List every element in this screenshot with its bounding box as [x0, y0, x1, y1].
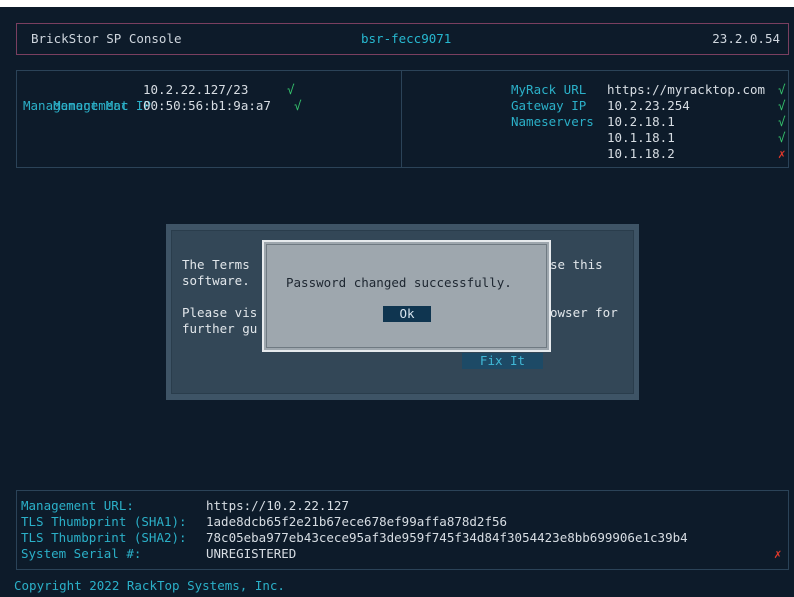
hostname: bsr-fecc9071	[361, 31, 452, 46]
system-serial-label: System Serial #:	[21, 546, 142, 561]
management-mac-label: Management Mac	[23, 98, 129, 113]
management-ip-status-icon: √	[287, 82, 295, 97]
tls-sha1-value: 1ade8dcb65f2e21b67ece678ef99affa878d2f56	[206, 514, 508, 529]
system-serial-value: UNREGISTERED	[206, 546, 297, 561]
terms-text-line-2-left: software.	[182, 273, 250, 288]
panel-divider	[401, 71, 402, 167]
terms-text-line-4-left: further gu	[182, 321, 258, 336]
copyright-footer: Copyright 2022 RackTop Systems, Inc.	[14, 578, 285, 593]
popup-message: Password changed successfully.	[286, 275, 512, 290]
terms-text-line-1-right: se this	[550, 257, 603, 272]
nameserver-1-value: 10.2.18.1	[607, 114, 675, 129]
gateway-ip-label: Gateway IP	[511, 98, 587, 113]
tls-sha2-label: TLS Thumbprint (SHA2):	[21, 530, 187, 545]
fix-it-button[interactable]: Fix It	[462, 353, 543, 369]
tls-sha2-value: 78c05eba977eb43cece95af3de959f745f34d84f…	[206, 530, 688, 545]
terms-text-line-1-left: The Terms	[182, 257, 250, 272]
management-url-label: Management URL:	[21, 498, 134, 513]
nameserver-3-status-icon: ✗	[778, 146, 786, 161]
terms-text-line-3-left: Please vis	[182, 305, 258, 320]
management-mac-value: 00:50:56:b1:9a:a7	[143, 98, 271, 113]
gateway-ip-value: 10.2.23.254	[607, 98, 690, 113]
nameserver-3-value: 10.1.18.2	[607, 146, 675, 161]
version: 23.2.0.54	[712, 31, 780, 46]
nameservers-label: Nameservers	[511, 114, 594, 129]
management-url-value[interactable]: https://10.2.22.127	[206, 498, 349, 514]
management-ip-value: 10.2.22.127/23	[143, 82, 249, 97]
ok-button[interactable]: Ok	[383, 306, 431, 322]
nameserver-1-status-icon: √	[778, 114, 786, 129]
system-info-panel: Management URL: https://10.2.22.127 TLS …	[16, 490, 789, 570]
app-title: BrickStor SP Console	[31, 31, 182, 46]
nameserver-2-value: 10.1.18.1	[607, 130, 675, 145]
network-info-panel: Management IP 10.2.22.127/23 √ Managemen…	[16, 70, 789, 168]
serial-status-icon: ✗	[774, 546, 782, 561]
password-changed-popup: Password changed successfully. Ok	[262, 240, 551, 352]
myrack-url-label: MyRack URL	[511, 82, 587, 97]
title-bar: BrickStor SP Console bsr-fecc9071 23.2.0…	[16, 23, 789, 55]
tls-sha1-label: TLS Thumbprint (SHA1):	[21, 514, 187, 529]
management-mac-status-icon: √	[294, 98, 302, 113]
terms-text-line-3-right: owser for	[550, 305, 618, 320]
myrack-status-icon: √	[778, 82, 786, 97]
gateway-status-icon: √	[778, 98, 786, 113]
top-edge	[0, 0, 794, 7]
myrack-url-value: https://myracktop.com	[607, 82, 766, 97]
nameserver-2-status-icon: √	[778, 130, 786, 145]
